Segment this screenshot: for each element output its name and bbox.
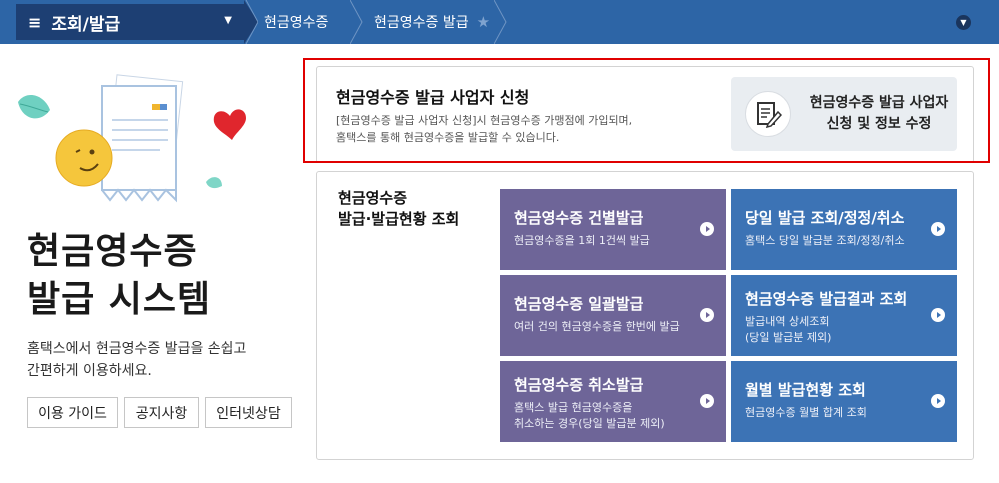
tile-bulk-issue[interactable]: 현금영수증 일괄발급 여러 건의 현금영수증을 한번에 발급 <box>500 275 726 356</box>
hero-title: 현금영수증 발급 시스템 <box>27 231 212 320</box>
menu-label: 조회/발급 <box>51 14 121 35</box>
tile-same-day-inquiry[interactable]: 당일 발급 조회/정정/취소 홈택스 당일 발급분 조회/정정/취소 <box>731 189 957 270</box>
hero-description: 홈택스에서 현금영수증 발급을 손쉽고 간편하게 이용하세요. <box>27 341 247 379</box>
go-arrow-icon <box>931 222 945 236</box>
tile-cancel-issue[interactable]: 현금영수증 취소발급 홈택스 발급 현금영수증을 취소하는 경우(당일 발급분 … <box>500 361 726 442</box>
breadcrumb-separator-icon <box>494 0 507 44</box>
caret-down-icon: ▼ <box>224 15 232 26</box>
top-nav-bar: ≡ 조회/발급 ▼ 현금영수증 현금영수증 발급 ★ ▼ <box>0 0 999 44</box>
hero-button-group: 이용 가이드 공지사항 인터넷상담 <box>27 397 292 428</box>
online-consult-button[interactable]: 인터넷상담 <box>205 397 292 428</box>
expand-circle-icon[interactable]: ▼ <box>956 15 971 30</box>
go-arrow-icon <box>931 308 945 322</box>
go-arrow-icon <box>700 394 714 408</box>
guide-button[interactable]: 이용 가이드 <box>27 397 118 428</box>
breadcrumb-separator-icon <box>350 0 363 44</box>
tile-single-issue[interactable]: 현금영수증 건별발급 현금영수증을 1회 1건씩 발급 <box>500 189 726 270</box>
go-arrow-icon <box>700 308 714 322</box>
receipt-illustration <box>18 74 246 203</box>
tile-result-inquiry[interactable]: 현금영수증 발급결과 조회 발급내역 상세조회 (당일 발급분 제외) <box>731 275 957 356</box>
notice-button[interactable]: 공지사항 <box>124 397 199 428</box>
leaf-icon <box>18 95 50 119</box>
tile-monthly-status[interactable]: 월별 발급현황 조회 현금영수증 월별 합계 조회 <box>731 361 957 442</box>
go-arrow-icon <box>700 222 714 236</box>
registration-title: 현금영수증 발급 사업자 신청 <box>336 88 530 107</box>
breadcrumb-cash-receipt[interactable]: 현금영수증 <box>264 0 328 44</box>
document-edit-icon <box>745 91 791 137</box>
breadcrumb-cash-receipt-issue[interactable]: 현금영수증 발급 ★ <box>374 0 490 44</box>
hamburger-icon: ≡ <box>28 12 42 32</box>
issue-section-title: 현금영수증 발급·발급현황 조회 <box>338 189 460 228</box>
business-registration-button[interactable]: 현금영수증 발급 사업자 신청 및 정보 수정 <box>731 77 957 151</box>
breadcrumb-separator-icon <box>244 0 258 44</box>
registration-description: [현금영수증 발급 사업자 신청]시 현금영수증 가맹점에 가입되며, 홈택스를… <box>336 114 633 144</box>
menu-dropdown[interactable]: ≡ 조회/발급 ▼ <box>16 4 244 40</box>
go-arrow-icon <box>931 394 945 408</box>
star-icon[interactable]: ★ <box>477 13 490 31</box>
